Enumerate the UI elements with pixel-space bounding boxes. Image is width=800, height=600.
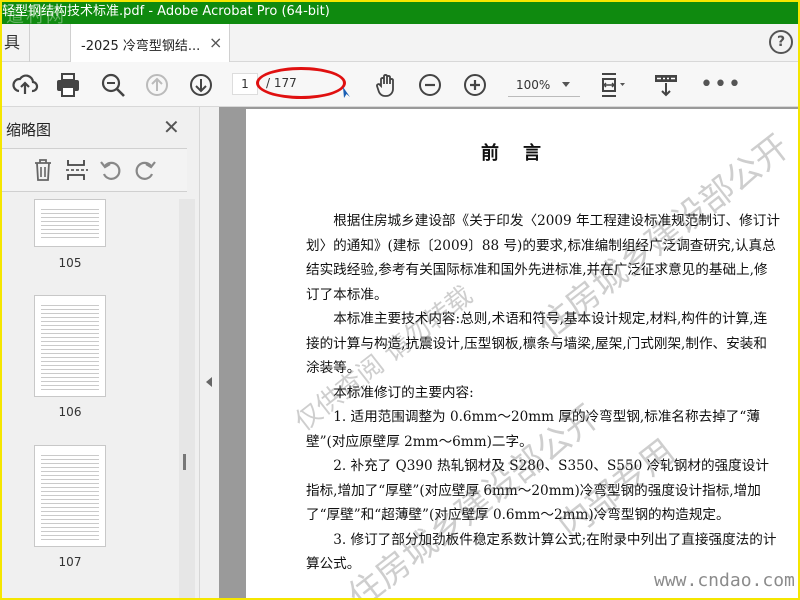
upload-icon[interactable] xyxy=(11,71,39,99)
zoom-in-icon[interactable] xyxy=(461,71,489,99)
print-icon[interactable] xyxy=(54,71,82,99)
window-title-bar: 轻型钢结构技术标准.pdf - Adobe Acrobat Pro (64-bi… xyxy=(0,0,800,24)
page-down-icon[interactable] xyxy=(187,71,215,99)
paragraph: 1. 适用范围调整为 0.6mm～20mm 厚的冷弯型钢,标准名称去掉了“薄壁”… xyxy=(306,409,760,450)
zoom-search-icon[interactable] xyxy=(99,71,127,99)
thumbnail-label: 106 xyxy=(58,405,82,419)
sidebar-title: 缩略图 xyxy=(6,121,52,139)
document-viewport[interactable]: 前言 根据住房城乡建设部《关于印发〈2009 年工程建设标准规范制订、修订计划〉… xyxy=(219,107,800,600)
thumbnail-label: 107 xyxy=(58,555,82,569)
trash-icon[interactable] xyxy=(30,157,56,183)
paragraph: 根据住房城乡建设部《关于印发〈2009 年工程建设标准规范制订、修订计划〉的通知… xyxy=(306,213,780,303)
rotate-right-icon[interactable] xyxy=(132,157,158,183)
sidebar-close-button[interactable]: ✕ xyxy=(163,115,180,139)
insert-page-icon[interactable] xyxy=(64,157,90,183)
paragraph: 本标准主要技术内容:总则,术语和符号,基本设计规定,材料,构件的计算,连接的计算… xyxy=(306,311,768,376)
sidebar-scrollbar[interactable] xyxy=(179,199,195,600)
paragraph: 本标准修订的主要内容: xyxy=(333,384,474,401)
tab-document-label: -2025 冷弯型钢结... xyxy=(81,39,201,54)
tab-document[interactable]: -2025 冷弯型钢结... × xyxy=(70,24,230,62)
tab-bar: 具 -2025 冷弯型钢结... × ? xyxy=(0,24,800,62)
zoom-out-icon[interactable] xyxy=(416,71,444,99)
pdf-page: 前言 根据住房城乡建设部《关于印发〈2009 年工程建设标准规范制订、修订计划〉… xyxy=(246,109,800,600)
more-tools-button[interactable]: ••• xyxy=(700,72,742,97)
help-icon[interactable]: ? xyxy=(769,30,793,54)
page-up-icon[interactable] xyxy=(143,71,171,99)
thumbnail-list: 105 106 107 xyxy=(0,199,178,600)
site-watermark-url: www.cndao.com xyxy=(654,570,795,591)
current-page-input[interactable]: 1 xyxy=(232,73,258,95)
collapse-arrow-icon[interactable] xyxy=(206,377,212,387)
hand-icon[interactable] xyxy=(373,71,401,99)
tab-close-button[interactable]: × xyxy=(209,33,222,52)
cursor-icon[interactable] xyxy=(330,71,358,99)
thumbnail-label: 105 xyxy=(58,256,82,270)
page-heading: 前言 xyxy=(481,143,565,164)
tab-tools[interactable]: 具 xyxy=(0,24,30,62)
paragraph: 2. 补充了 Q390 热轧钢材及 S280、S350、S550 冷轧钢材的强度… xyxy=(306,458,769,523)
toolbar: 1 / 177 100% ••• xyxy=(0,62,800,107)
scroll-mode-icon[interactable] xyxy=(652,71,680,99)
page-body: 根据住房城乡建设部《关于印发〈2009 年工程建设标准规范制订、修订计划〉的通知… xyxy=(306,209,780,577)
page-thumbnail-105[interactable] xyxy=(34,199,106,247)
page-thumbnail-107[interactable] xyxy=(34,445,106,547)
sidebar-splitter[interactable] xyxy=(201,107,219,600)
thumbnail-sidebar: 缩略图 ✕ 105 106 107 xyxy=(0,107,200,600)
zoom-dropdown-arrow-icon[interactable] xyxy=(562,82,570,87)
scrollbar-thumb[interactable] xyxy=(183,454,186,470)
rotate-left-icon[interactable] xyxy=(98,157,124,183)
page-thumbnail-106[interactable] xyxy=(34,295,106,397)
fit-page-icon[interactable] xyxy=(598,71,626,99)
sidebar-toolbar xyxy=(0,148,187,192)
